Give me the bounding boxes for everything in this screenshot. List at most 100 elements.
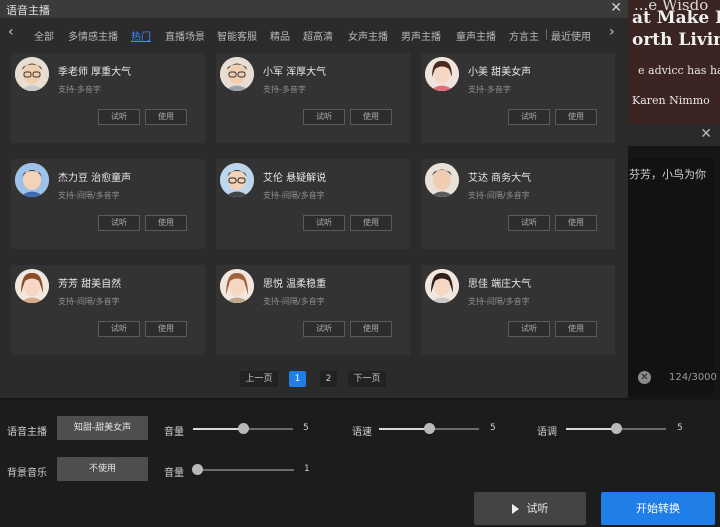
woman-avatar [425,57,459,91]
tab-all[interactable]: 全部 [34,28,54,43]
voice-anchor-label: 语音主播 [7,427,47,438]
voice-use-button[interactable]: 使用 [350,215,392,231]
voice-select-button[interactable]: 知甜-甜美女声 [57,416,148,440]
voice-card[interactable]: 艾伦 悬疑解说 支持-间隔/多音字 试听 使用 [216,159,410,249]
voice-use-button[interactable]: 使用 [555,215,597,231]
voice-listen-button[interactable]: 试听 [303,109,345,125]
speed-slider-fill [379,428,429,430]
voice-name: 思佳 端庄大气 [468,279,532,290]
speed-slider[interactable] [379,423,479,434]
dialog-close-icon[interactable]: ✕ [610,0,622,16]
speed-slider-knob[interactable] [424,423,435,434]
bgm-select-button[interactable]: 不使用 [57,457,148,481]
tabs-divider [546,29,547,40]
tab-male[interactable]: 男声主播 [401,28,441,43]
bgm-volume-value: 1 [304,464,310,474]
voice-card[interactable]: 思佳 端庄大气 支持-间隔/多音字 试听 使用 [421,265,615,355]
voice-card[interactable]: 小军 浑厚大气 支持-多音字 试听 使用 [216,53,410,143]
man-avatar [425,163,459,197]
woman-avatar [15,269,49,303]
voice-listen-button[interactable]: 试听 [98,109,140,125]
pitch-label: 语调 [537,427,557,438]
voice-use-button[interactable]: 使用 [555,109,597,125]
tab-customer-service[interactable]: 智能客服 [217,28,257,43]
tabs-next-icon[interactable]: › [609,24,615,40]
voice-use-button[interactable]: 使用 [145,321,187,337]
voice-support: 支持-多音字 [58,85,101,94]
voice-listen-button[interactable]: 试听 [508,215,550,231]
pagination: 上一页 1 2 下一页 [0,371,628,387]
volume-label: 音量 [164,427,184,438]
voice-name: 芳芳 甜美自然 [58,279,122,290]
voice-name: 杰力豆 治愈童声 [58,173,132,184]
volume-slider[interactable] [193,423,293,434]
voice-listen-button[interactable]: 试听 [303,321,345,337]
bgm-volume-slider-knob[interactable] [192,464,203,475]
tab-premium[interactable]: 精品 [270,28,290,43]
tabs-prev-icon[interactable]: ‹ [8,24,14,40]
voice-listen-button[interactable]: 试听 [508,321,550,337]
voice-listen-button[interactable]: 试听 [98,215,140,231]
clear-text-icon[interactable]: ✕ [638,371,651,384]
voice-support: 支持-间隔/多音字 [468,297,530,306]
page-2-button[interactable]: 2 [320,371,337,387]
voice-use-button[interactable]: 使用 [350,321,392,337]
bgm-volume-label: 音量 [164,468,184,479]
tab-live[interactable]: 直播场景 [165,28,205,43]
voice-use-button[interactable]: 使用 [145,215,187,231]
prev-page-button[interactable]: 上一页 [240,371,278,387]
start-convert-button[interactable]: 开始转换 [601,492,715,525]
pitch-slider-knob[interactable] [611,423,622,434]
tab-hot[interactable]: 热门 [131,28,151,43]
voice-card[interactable]: 杰力豆 治愈童声 支持-间隔/多音字 试听 使用 [11,159,205,249]
voice-name: 小美 甜美女声 [468,67,532,78]
text-input-area[interactable] [628,158,714,396]
voice-support: 支持-多音字 [468,85,511,94]
dialog-titlebar: 语音主播 ✕ [0,0,628,18]
voice-listen-button[interactable]: 试听 [98,321,140,337]
panel-close-icon[interactable]: ✕ [700,126,712,142]
voice-use-button[interactable]: 使用 [350,109,392,125]
voice-card[interactable]: 小美 甜美女声 支持-多音字 试听 使用 [421,53,615,143]
tab-multi-emotion[interactable]: 多情感主播 [68,28,118,43]
voice-card[interactable]: 思悦 温柔稳重 支持-间隔/多音字 试听 使用 [216,265,410,355]
next-page-button[interactable]: 下一页 [348,371,386,387]
pitch-slider[interactable] [566,423,666,434]
tab-recent[interactable]: 最近使用 [551,28,591,43]
pitch-slider-fill [566,428,616,430]
voice-listen-button[interactable]: 试听 [508,109,550,125]
voice-support: 支持-间隔/多音字 [263,297,325,306]
voice-picker-dialog: 语音主播 ✕ ‹ 全部 多情感主播 热门 直播场景 智能客服 精品 超高清 女声… [0,0,628,398]
dialog-title: 语音主播 [6,4,50,17]
preview-button[interactable]: 试听 [474,492,586,525]
preview-button-label: 试听 [526,502,549,515]
tab-ultra-hd[interactable]: 超高清 [303,28,333,43]
bgm-label: 背景音乐 [7,468,47,479]
voice-name: 小军 浑厚大气 [263,67,327,78]
tab-female[interactable]: 女声主播 [348,28,388,43]
voice-name: 艾达 商务大气 [468,173,532,184]
voice-use-button[interactable]: 使用 [555,321,597,337]
text-input-content: 芬芳，小鸟为你 [629,168,706,181]
voice-support: 支持-多音字 [263,85,306,94]
voice-support: 支持-间隔/多音字 [58,191,120,200]
boy-avatar [15,163,49,197]
char-count: 124/3000 [669,372,717,383]
tab-dialect[interactable]: 方言主 [509,28,539,43]
play-icon [511,504,519,514]
text-panel-header: ✕ [628,124,720,146]
voice-support: 支持-间隔/多音字 [263,191,325,200]
voice-card[interactable]: 芳芳 甜美自然 支持-间隔/多音字 试听 使用 [11,265,205,355]
woman-avatar [220,269,254,303]
voice-card[interactable]: 艾达 商务大气 支持-间隔/多音字 试听 使用 [421,159,615,249]
voice-support: 支持-间隔/多音字 [58,297,120,306]
volume-slider-knob[interactable] [238,423,249,434]
voice-use-button[interactable]: 使用 [145,109,187,125]
speed-label: 语速 [352,427,372,438]
man-glasses-avatar [220,57,254,91]
tab-child[interactable]: 童声主播 [456,28,496,43]
page-1-button[interactable]: 1 [289,371,306,387]
voice-listen-button[interactable]: 试听 [303,215,345,231]
voice-card[interactable]: 季老师 厚重大气 支持-多音字 试听 使用 [11,53,205,143]
bgm-volume-slider[interactable] [192,464,294,475]
